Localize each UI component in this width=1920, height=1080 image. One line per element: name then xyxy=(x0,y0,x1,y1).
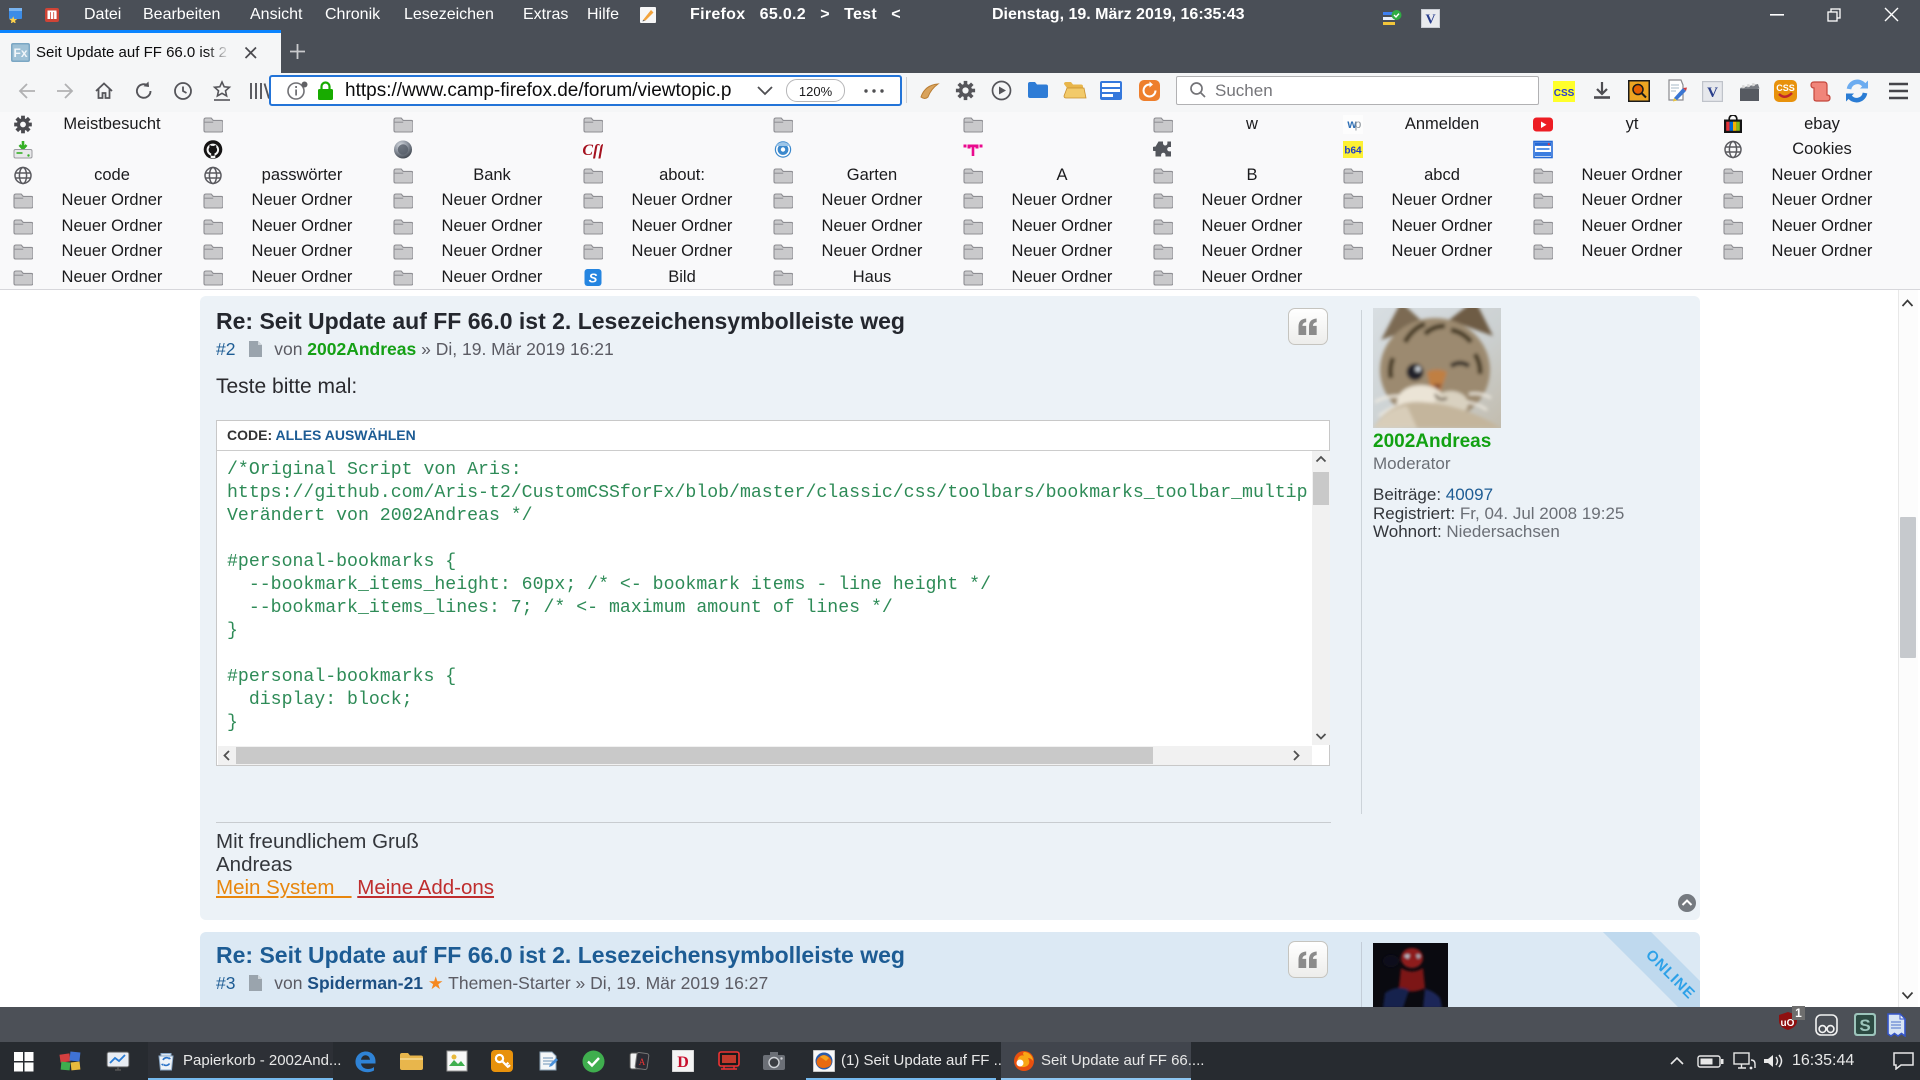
svg-text:CSS: CSS xyxy=(1554,88,1575,99)
svg-text:CSS: CSS xyxy=(1776,83,1795,93)
svg-text:S: S xyxy=(1859,1016,1870,1035)
svg-text:V: V xyxy=(1707,85,1718,101)
svg-text:A: A xyxy=(639,1057,646,1067)
svg-text:b64: b64 xyxy=(1344,146,1362,157)
svg-text:D: D xyxy=(677,1054,689,1071)
svg-text:V: V xyxy=(1425,13,1435,28)
svg-text:p: p xyxy=(1355,117,1362,131)
svg-text:Cſſ: Cſſ xyxy=(583,142,603,159)
svg-text:Fx: Fx xyxy=(13,46,27,60)
svg-text:1: 1 xyxy=(1795,1006,1802,1020)
svg-text:S: S xyxy=(589,271,598,286)
